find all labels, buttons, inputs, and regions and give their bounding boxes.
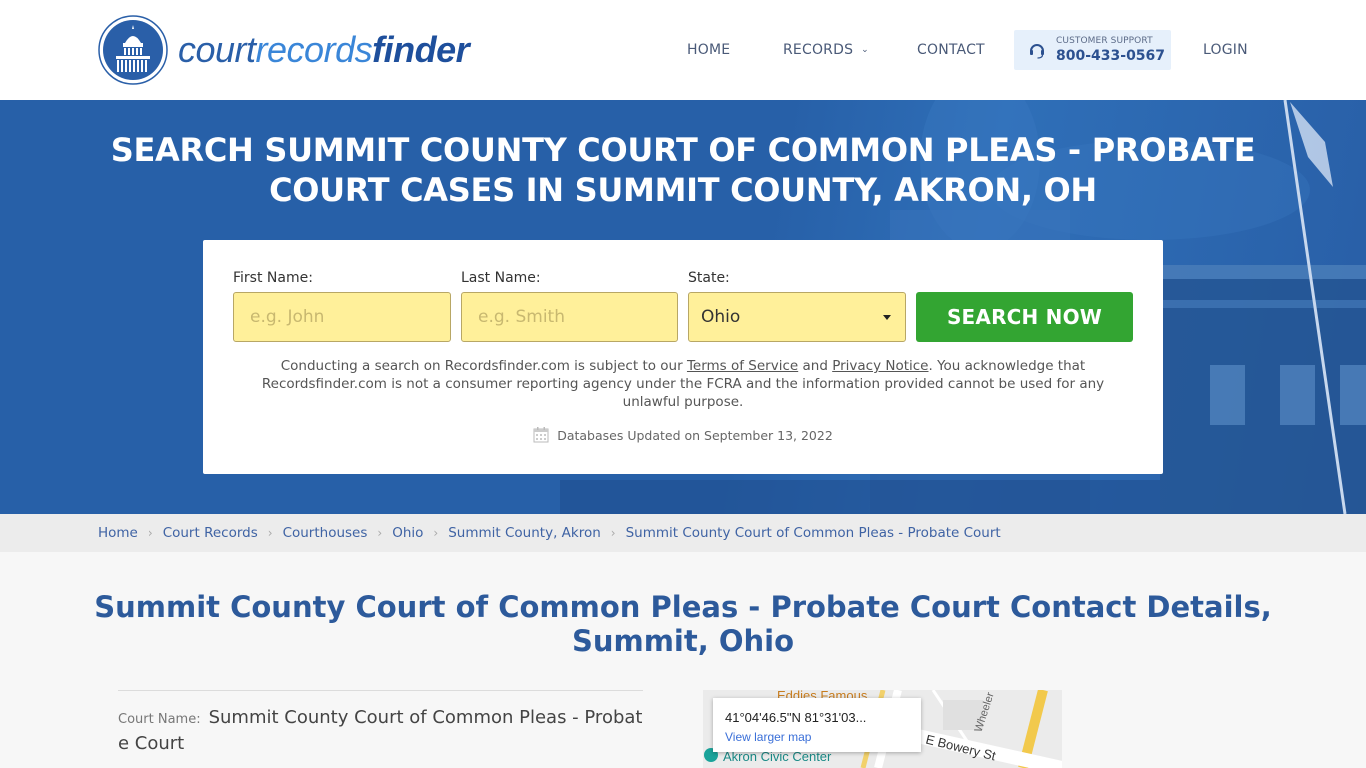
chevron-down-icon: ⌄ — [861, 45, 869, 55]
breadcrumb-court-records[interactable]: Court Records — [163, 525, 258, 541]
last-name-placeholder: e.g. Smith — [478, 307, 565, 327]
logo-word-records: records — [255, 29, 373, 70]
breadcrumb-separator-icon: › — [147, 526, 153, 540]
headset-icon — [1030, 44, 1044, 59]
logo-word-finder: finder — [372, 29, 470, 70]
terms-of-service-link[interactable]: Terms of Service — [687, 358, 798, 374]
hero-banner: SEARCH SUMMIT COUNTY COURT OF COMMON PLE… — [0, 100, 1366, 514]
breadcrumb: Home › Court Records › Courthouses › Ohi… — [0, 514, 1366, 552]
last-name-label: Last Name: — [461, 270, 541, 286]
search-now-button[interactable]: SEARCH NOW — [916, 292, 1133, 342]
map-coordinates: 41°04'46.5"N 81°31'03... — [725, 710, 867, 725]
nav-login-label: LOGIN — [1203, 42, 1248, 58]
database-updated-text: Databases Updated on September 13, 2022 — [557, 427, 833, 443]
nav-records-label: RECORDS — [783, 42, 854, 58]
capitol-dome-icon — [98, 15, 168, 85]
support-label: CUSTOMER SUPPORT — [1056, 36, 1153, 46]
search-form: First Name: e.g. John Last Name: e.g. Sm… — [203, 240, 1163, 474]
database-updated-note: Databases Updated on September 13, 2022 — [203, 427, 1163, 443]
breadcrumb-home[interactable]: Home — [98, 525, 138, 541]
first-name-placeholder: e.g. John — [250, 307, 325, 327]
nav-contact[interactable]: CONTACT — [917, 30, 985, 70]
nav-home-label: HOME — [687, 42, 731, 58]
breadcrumb-separator-icon: › — [610, 526, 616, 540]
disclaimer-and: and — [798, 358, 833, 374]
state-label: State: — [688, 270, 730, 286]
privacy-notice-link[interactable]: Privacy Notice — [832, 358, 928, 374]
breadcrumb-separator-icon: › — [377, 526, 383, 540]
dropdown-caret-icon — [883, 315, 891, 320]
first-name-label: First Name: — [233, 270, 313, 286]
embedded-map[interactable]: Eddies Famous Akron Civic Center E Bower… — [703, 690, 1062, 768]
page-title: Summit County Court of Common Pleas - Pr… — [94, 590, 1272, 658]
logo-wordmark: courtrecordsfinder — [178, 29, 470, 71]
logo-word-court: court — [178, 29, 256, 70]
section-divider — [118, 690, 643, 691]
customer-support-button[interactable]: CUSTOMER SUPPORT 800-433-0567 — [1014, 30, 1171, 70]
view-larger-map-link[interactable]: View larger map — [725, 730, 811, 744]
breadcrumb-current: Summit County Court of Common Pleas - Pr… — [625, 525, 1001, 541]
court-name-label: Court Name: — [118, 712, 201, 727]
site-header: courtrecordsfinder HOME RECORDS ⌄ CONTAC… — [0, 0, 1366, 100]
nav-contact-label: CONTACT — [917, 42, 985, 58]
state-select[interactable]: Ohio — [688, 292, 906, 342]
map-info-popup: 41°04'46.5"N 81°31'03... View larger map — [713, 698, 921, 752]
breadcrumb-separator-icon: › — [433, 526, 439, 540]
court-name-row: Court Name: Summit County Court of Common… — [118, 706, 643, 756]
last-name-input[interactable]: e.g. Smith — [461, 292, 678, 342]
nav-records[interactable]: RECORDS ⌄ — [783, 30, 869, 70]
first-name-input[interactable]: e.g. John — [233, 292, 451, 342]
nav-login[interactable]: LOGIN — [1203, 30, 1248, 70]
breadcrumb-courthouses[interactable]: Courthouses — [283, 525, 368, 541]
state-selected-value: Ohio — [701, 307, 741, 327]
hero-title: SEARCH SUMMIT COUNTY COURT OF COMMON PLE… — [110, 131, 1256, 209]
calendar-icon — [533, 427, 549, 443]
nav-home[interactable]: HOME — [687, 30, 730, 70]
breadcrumb-summit-county[interactable]: Summit County, Akron — [448, 525, 601, 541]
search-disclaimer: Conducting a search on Recordsfinder.com… — [243, 357, 1123, 411]
support-phone: 800-433-0567 — [1056, 48, 1166, 64]
breadcrumb-ohio[interactable]: Ohio — [392, 525, 423, 541]
disclaimer-text-1: Conducting a search on Recordsfinder.com… — [280, 358, 687, 374]
site-logo[interactable]: courtrecordsfinder — [98, 15, 470, 85]
breadcrumb-separator-icon: › — [267, 526, 273, 540]
